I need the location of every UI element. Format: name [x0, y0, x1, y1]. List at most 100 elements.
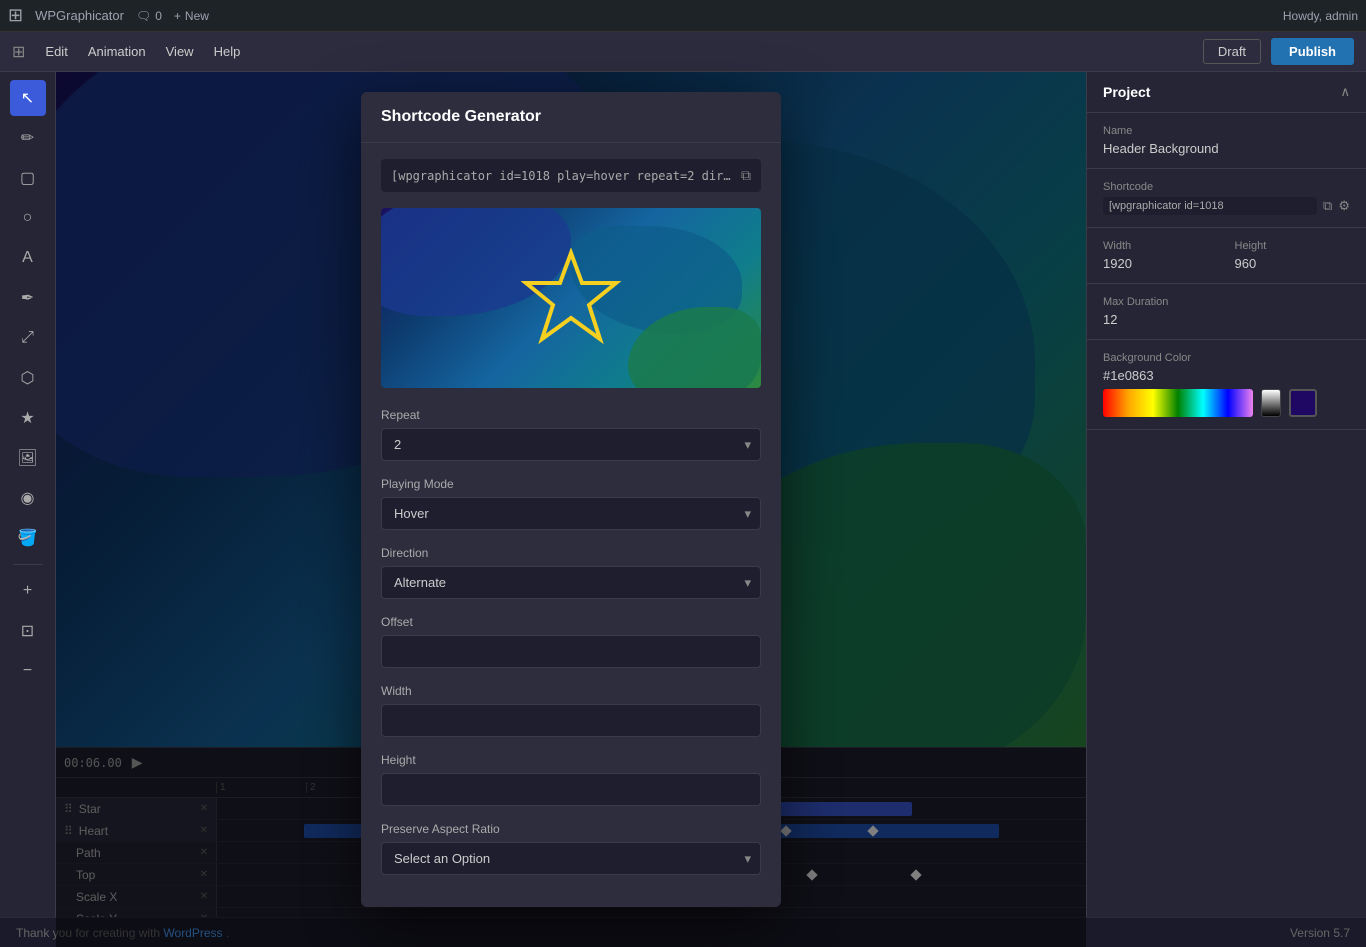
canvas-timeline-container: 00:06.00 ▶ 1 2 3 8 9 10 11 ⠿: [56, 72, 1086, 947]
image-tool-button[interactable]: 🖼: [10, 440, 46, 476]
preserve-aspect-group: Preserve Aspect Ratio Select an Option x…: [381, 822, 761, 875]
name-label: Name: [1103, 125, 1350, 137]
plus-icon: +: [174, 9, 181, 23]
node-tool-button[interactable]: ⬡: [10, 360, 46, 396]
offset-label: Offset: [381, 615, 761, 629]
direction-label: Direction: [381, 546, 761, 560]
pen-tool-button[interactable]: ✒: [10, 280, 46, 316]
comments-badge[interactable]: 🗨 0: [136, 9, 162, 23]
menu-edit[interactable]: Edit: [45, 44, 67, 59]
collapse-panel-button[interactable]: ∧: [1340, 84, 1350, 100]
bg-color-value: #1e0863: [1103, 368, 1350, 383]
circle-tool-button[interactable]: ○: [10, 200, 46, 236]
height-label: Height: [381, 753, 761, 767]
comments-icon: 🗨: [136, 9, 151, 23]
paint-tool-button[interactable]: 🪣: [10, 520, 46, 556]
width-panel-label: Width: [1103, 240, 1219, 252]
modal-title: Shortcode Generator: [381, 108, 541, 125]
width-group: Width: [381, 684, 761, 737]
bg-color-section: Background Color #1e0863: [1087, 340, 1366, 430]
playing-mode-label: Playing Mode: [381, 477, 761, 491]
fill-tool-button[interactable]: ◉: [10, 480, 46, 516]
color-gradient-picker[interactable]: [1103, 389, 1253, 417]
shortcode-display-text: [wpgraphicator id=1018 play=hover repeat…: [391, 169, 733, 183]
offset-input[interactable]: [381, 635, 761, 668]
name-value: Header Background: [1103, 141, 1350, 156]
editor-wp-icon[interactable]: ⊞: [12, 42, 25, 62]
rect-tool-button[interactable]: ▢: [10, 160, 46, 196]
max-duration-label: Max Duration: [1103, 296, 1350, 308]
menu-view[interactable]: View: [166, 44, 194, 59]
draft-button[interactable]: Draft: [1203, 39, 1261, 64]
shortcode-label: Shortcode: [1103, 181, 1350, 193]
modal-preview: [381, 208, 761, 388]
site-name[interactable]: WPGraphicator: [35, 8, 124, 23]
version-text: Version 5.7: [1290, 926, 1350, 940]
repeat-label: Repeat: [381, 408, 761, 422]
height-col: Height 960: [1235, 240, 1351, 271]
preview-star-svg: [521, 248, 621, 348]
shortcode-display-row: [wpgraphicator id=1018 play=hover repeat…: [381, 159, 761, 192]
menu-animation[interactable]: Animation: [88, 44, 146, 59]
editor-actions: Draft Publish: [1203, 38, 1354, 65]
playing-mode-select-wrapper: Hover Normal Click Scroll: [381, 497, 761, 530]
copy-shortcode-button[interactable]: ⧉: [741, 167, 751, 184]
repeat-select-wrapper: 2 1 3 infinite: [381, 428, 761, 461]
width-col: Width 1920: [1103, 240, 1219, 271]
height-panel-value: 960: [1235, 256, 1351, 271]
width-panel-value: 1920: [1103, 256, 1219, 271]
max-duration-section: Max Duration 12: [1087, 284, 1366, 340]
offset-group: Offset: [381, 615, 761, 668]
shortcode-value-text: [wpgraphicator id=1018: [1103, 197, 1317, 215]
select-tool-button[interactable]: ↖: [10, 80, 46, 116]
zoom-in-button[interactable]: +: [10, 573, 46, 609]
main-layout: ↖ ✏ ▢ ○ A ✒ ⤢ ⬡ ★ 🖼 ◉ 🪣 + ⊡ − 00:06.00 ▶: [0, 72, 1366, 947]
modal-overlay[interactable]: Shortcode Generator [wpgraphicator id=10…: [56, 72, 1086, 947]
direction-group: Direction Alternate Normal Reverse Alter…: [381, 546, 761, 599]
preserve-aspect-select-wrapper: Select an Option xMinYMin xMidYMid xMaxY…: [381, 842, 761, 875]
max-duration-value: 12: [1103, 312, 1350, 327]
transform-tool-button[interactable]: ⤢: [10, 320, 46, 356]
zoom-fit-button[interactable]: ⊡: [10, 613, 46, 649]
width-label: Width: [381, 684, 761, 698]
color-alpha-picker[interactable]: [1261, 389, 1281, 417]
new-item[interactable]: + New: [174, 9, 209, 23]
settings-shortcode-button[interactable]: ⚙: [1338, 198, 1350, 214]
direction-select-wrapper: Alternate Normal Reverse Alternate Rever…: [381, 566, 761, 599]
star-tool-button[interactable]: ★: [10, 400, 46, 436]
left-toolbar: ↖ ✏ ▢ ○ A ✒ ⤢ ⬡ ★ 🖼 ◉ 🪣 + ⊡ −: [0, 72, 56, 947]
height-panel-label: Height: [1235, 240, 1351, 252]
right-panel-header: Project ∧: [1087, 72, 1366, 113]
repeat-select[interactable]: 2 1 3 infinite: [381, 428, 761, 461]
modal-header: Shortcode Generator: [361, 92, 781, 143]
playing-mode-select[interactable]: Hover Normal Click Scroll: [381, 497, 761, 530]
pencil-tool-button[interactable]: ✏: [10, 120, 46, 156]
howdy-text: Howdy, admin: [1283, 9, 1358, 23]
preserve-aspect-select[interactable]: Select an Option xMinYMin xMidYMid xMaxY…: [381, 842, 761, 875]
zoom-out-button[interactable]: −: [10, 653, 46, 689]
preserve-aspect-label: Preserve Aspect Ratio: [381, 822, 761, 836]
direction-select[interactable]: Alternate Normal Reverse Alternate Rever…: [381, 566, 761, 599]
dimensions-section: Width 1920 Height 960: [1087, 228, 1366, 284]
width-input[interactable]: [381, 704, 761, 737]
height-group: Height: [381, 753, 761, 806]
shortcode-generator-modal: Shortcode Generator [wpgraphicator id=10…: [361, 92, 781, 907]
bg-color-label: Background Color: [1103, 352, 1350, 364]
modal-content: [wpgraphicator id=1018 play=hover repeat…: [361, 143, 781, 907]
wp-logo-icon[interactable]: ⊞: [8, 5, 23, 26]
toolbar-separator: [13, 564, 43, 565]
playing-mode-group: Playing Mode Hover Normal Click Scroll: [381, 477, 761, 530]
height-input[interactable]: [381, 773, 761, 806]
color-swatch-area: [1103, 389, 1350, 417]
project-name-section: Name Header Background: [1087, 113, 1366, 169]
text-tool-button[interactable]: A: [10, 240, 46, 276]
copy-shortcode-panel-button[interactable]: ⧉: [1323, 198, 1332, 214]
admin-bar: ⊞ WPGraphicator 🗨 0 + New Howdy, admin: [0, 0, 1366, 32]
menu-help[interactable]: Help: [214, 44, 241, 59]
publish-button[interactable]: Publish: [1271, 38, 1354, 65]
color-square-swatch[interactable]: [1289, 389, 1317, 417]
right-panel-title: Project: [1103, 84, 1150, 100]
shortcode-row: [wpgraphicator id=1018 ⧉ ⚙: [1103, 197, 1350, 215]
repeat-group: Repeat 2 1 3 infinite: [381, 408, 761, 461]
editor-menu-bar: ⊞ Edit Animation View Help Draft Publish: [0, 32, 1366, 72]
